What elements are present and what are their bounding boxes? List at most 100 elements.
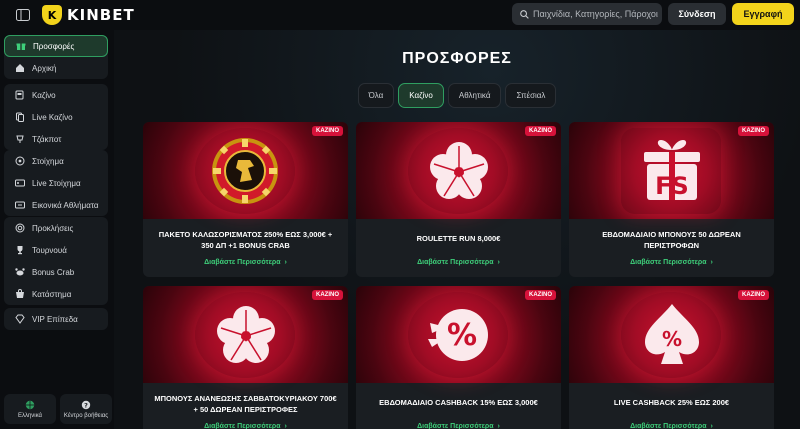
read-more-link[interactable]: Διαβάστε Περισσότερα › (143, 259, 348, 266)
jackpot-icon (14, 134, 25, 145)
search-input[interactable] (533, 9, 658, 19)
chevron-right-icon: › (497, 259, 500, 266)
sidebar-item-label: Στοίχημα (32, 156, 64, 166)
category-badge: ΚΑΖΙΝΟ (738, 126, 769, 136)
sidebar-item-tournaments[interactable]: Τουρνουά (4, 239, 108, 261)
tab-special[interactable]: Σπέσιαλ (505, 83, 557, 108)
sidebar-item-label: Καζίνο (32, 90, 56, 100)
sidebar-item-live-sports[interactable]: Live Στοίχημα (4, 172, 108, 194)
brand-logo-icon: K (42, 5, 62, 25)
sidebar-item-label: Bonus Crab (32, 267, 75, 277)
promo-card[interactable]: % ΚΑΖΙΝΟ LIVE CASHBACK 25% ΕΩΣ 200€ Διαβ… (569, 286, 774, 429)
promo-card[interactable]: FS ΚΑΖΙΝΟ ΕΒΔΟΜΑΔΙΑΙΟ ΜΠΟΝΟΥΣ 50 ΔΩΡΕΑΝ … (569, 122, 774, 277)
sidebar-item-challenges[interactable]: Προκλήσεις (4, 217, 108, 239)
read-more-link[interactable]: Διαβάστε Περισσότερα › (143, 423, 348, 429)
tab-all[interactable]: Όλα (357, 83, 395, 108)
sidebar-group-casino: Καζίνο Live Καζίνο Τζάκποτ (4, 84, 108, 150)
chevron-right-icon: › (710, 259, 713, 266)
read-more-link[interactable]: Διαβάστε Περισσότερα › (356, 259, 561, 266)
tab-casino[interactable]: Καζίνο (398, 83, 444, 108)
category-badge: ΚΑΖΙΝΟ (312, 126, 343, 136)
read-more-label: Διαβάστε Περισσότερα (630, 259, 707, 266)
chevron-right-icon: › (497, 423, 500, 429)
svg-text:%: % (447, 318, 477, 353)
promo-card-art: FS ΚΑΖΙΝΟ (569, 122, 774, 219)
promo-card[interactable]: ΚΑΖΙΝΟ ΜΠΟΝΟΥΣ ΑΝΑΝΕΩΣΗΣ ΣΑΒΒΑΤΟΚΥΡΙΑΚΟΥ… (143, 286, 348, 429)
category-badge: ΚΑΖΙΝΟ (312, 290, 343, 300)
sidebar-item-casino[interactable]: Καζίνο (4, 84, 108, 106)
register-button[interactable]: Εγγραφή (732, 3, 794, 25)
sidebar-group-sports: Στοίχημα Live Στοίχημα Εικονικά Αθλήματα (4, 150, 108, 216)
clover-icon (217, 306, 275, 363)
search-box[interactable] (512, 3, 662, 25)
shop-icon (14, 289, 25, 300)
svg-text:?: ? (84, 401, 88, 409)
sidebar-group-main: Προσφορές Αρχική (4, 35, 108, 79)
sidebar-item-live-casino[interactable]: Live Καζίνο (4, 106, 108, 128)
percent-icon: % (428, 309, 488, 361)
language-selector[interactable]: Ελληνικά (4, 394, 56, 424)
globe-icon (25, 400, 35, 409)
sidebar-item-virtual-sports[interactable]: Εικονικά Αθλήματα (4, 194, 108, 216)
sidebar-item-label: Live Στοίχημα (32, 178, 81, 188)
cards-icon (14, 112, 25, 123)
help-icon: ? (81, 400, 91, 409)
sidebar-item-label: Τουρνουά (32, 245, 67, 255)
slot-machine-icon (14, 90, 25, 101)
promo-card-title: ΕΒΔΟΜΑΔΙΑΙΟ ΜΠΟΝΟΥΣ 50 ΔΩΡΕΑΝ ΠΕΡΙΣΤΡΟΦΩ… (602, 230, 741, 250)
sidebar-toggle-icon[interactable] (14, 6, 32, 24)
virtual-sports-icon (14, 200, 25, 211)
category-badge: ΚΑΖΙΝΟ (525, 290, 556, 300)
promo-card-title: LIVE CASHBACK 25% ΕΩΣ 200€ (613, 398, 730, 407)
help-center-label: Κέντρο βοήθειας (63, 412, 109, 419)
sidebar-item-promotions[interactable]: Προσφορές (4, 35, 108, 57)
sidebar-group-vip: VIP Επίπεδα (4, 308, 108, 330)
trophy-icon (14, 245, 25, 256)
chevron-right-icon: › (284, 423, 287, 429)
read-more-link[interactable]: Διαβάστε Περισσότερα › (569, 259, 774, 266)
promo-card[interactable]: ΚΑΖΙΝΟ ΠΑΚΕΤΟ ΚΑΛΩΣΟΡΙΣΜΑΤΟΣ 250% ΕΩΣ 3,… (143, 122, 348, 277)
help-center-button[interactable]: ? Κέντρο βοήθειας (60, 394, 112, 424)
read-more-link[interactable]: Διαβάστε Περισσότερα › (569, 423, 774, 429)
sidebar-item-sports[interactable]: Στοίχημα (4, 150, 108, 172)
tab-sports[interactable]: Αθλητικά (447, 83, 502, 108)
read-more-link[interactable]: Διαβάστε Περισσότερα › (356, 423, 561, 429)
clover-icon (430, 142, 488, 199)
gift-icon (15, 41, 26, 52)
fs-gift-icon: FS (644, 140, 700, 200)
sidebar-group-extras: Προκλήσεις Τουρνουά Bonus Crab Κατάστημα (4, 217, 108, 305)
promo-card-art: % ΚΑΖΙΝΟ (356, 286, 561, 383)
promo-card-art: ΚΑΖΙΝΟ (143, 122, 348, 219)
diamond-icon (14, 314, 25, 325)
sidebar: Προσφορές Αρχική Καζίνο Live Καζίνο Τζάκ… (0, 30, 114, 429)
sidebar-item-label: Εικονικά Αθλήματα (32, 200, 99, 210)
promo-card-title: ΠΑΚΕΤΟ ΚΑΛΩΣΟΡΙΣΜΑΤΟΣ 250% ΕΩΣ 3,000€ + … (158, 230, 333, 250)
sidebar-item-shop[interactable]: Κατάστημα (4, 283, 108, 305)
golden-chip-icon (212, 138, 278, 204)
soccer-ball-icon (14, 156, 25, 167)
read-more-label: Διαβάστε Περισσότερα (630, 423, 707, 429)
sidebar-item-home[interactable]: Αρχική (4, 57, 108, 79)
sidebar-item-label: Live Καζίνο (32, 112, 73, 122)
search-icon (520, 9, 529, 19)
promo-card-title: ΜΠΟΝΟΥΣ ΑΝΑΝΕΩΣΗΣ ΣΑΒΒΑΤΟΚΥΡΙΑΚΟΥ 700€ +… (154, 394, 337, 414)
sidebar-item-label: Αρχική (32, 63, 57, 73)
sidebar-item-vip[interactable]: VIP Επίπεδα (4, 308, 108, 330)
language-label: Ελληνικά (17, 412, 43, 419)
login-button[interactable]: Σύνδεση (668, 3, 726, 25)
sidebar-item-label: Προσφορές (33, 41, 75, 51)
promo-card-title: ROULETTE RUN 8,000€ (416, 234, 501, 243)
promo-card-title: ΕΒΔΟΜΑΔΙΑΙΟ CASHBACK 15% ΕΩΣ 3,000€ (379, 398, 538, 407)
svg-text:FS: FS (655, 172, 689, 200)
read-more-label: Διαβάστε Περισσότερα (417, 423, 494, 429)
page-title: ΠΡΟΣΦΟΡΕΣ (402, 50, 512, 67)
promo-card-art: ΚΑΖΙΝΟ (356, 122, 561, 219)
sidebar-item-label: Κατάστημα (32, 289, 72, 299)
brand-logo[interactable]: K KINBET (42, 5, 135, 25)
promo-card[interactable]: % ΚΑΖΙΝΟ ΕΒΔΟΜΑΔΙΑΙΟ CASHBACK 15% ΕΩΣ 3,… (356, 286, 561, 429)
promo-card[interactable]: ΚΑΖΙΝΟ ROULETTE RUN 8,000€ Διαβάστε Περι… (356, 122, 561, 277)
brand-name: KINBET (67, 6, 135, 24)
sidebar-item-bonus-crab[interactable]: Bonus Crab (4, 261, 108, 283)
sidebar-item-jackpot[interactable]: Τζάκποτ (4, 128, 108, 150)
challenge-icon (14, 223, 25, 234)
